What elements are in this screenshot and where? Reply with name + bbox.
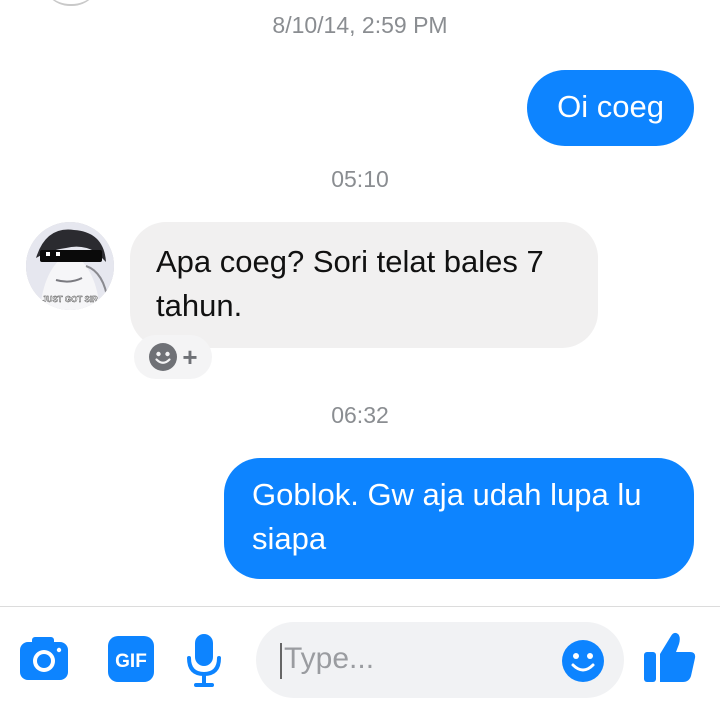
outgoing-message-bubble[interactable]: Oi coeg [527,70,694,146]
message-input[interactable]: Type... [256,622,624,698]
incoming-message-bubble[interactable]: Apa coeg? Sori telat bales 7 tahun. [130,222,598,348]
smiley-icon [149,343,178,371]
emoji-button[interactable] [560,638,606,684]
timestamp: 05:10 [331,166,389,192]
emoji-icon [562,640,604,682]
text-cursor [280,643,282,679]
thumbs-up-icon [644,632,696,682]
message-placeholder: Type... [284,642,375,675]
microphone-button[interactable] [184,632,224,688]
composer-divider [0,606,720,607]
like-button[interactable] [642,628,698,686]
gif-icon: GIF [108,636,154,682]
microphone-icon [187,634,221,687]
outgoing-message-bubble[interactable]: Goblok. Gw aja udah lupa lu siapa [224,458,694,579]
timestamp: 06:32 [331,402,389,428]
gif-label: GIF [115,651,147,672]
camera-icon [20,637,68,680]
plus-icon: + [182,342,198,372]
avatar-caption: JUST GOT SIR [42,295,98,304]
contact-avatar[interactable]: JUST GOT SIR [26,222,114,310]
avatar-image: JUST GOT SIR [26,222,114,310]
camera-button[interactable] [18,634,70,684]
timestamp: 8/10/14, 2:59 PM [272,12,448,38]
gif-button[interactable]: GIF [106,634,156,684]
previous-avatar-edge [42,0,100,6]
add-reaction-button[interactable]: + [134,335,212,379]
